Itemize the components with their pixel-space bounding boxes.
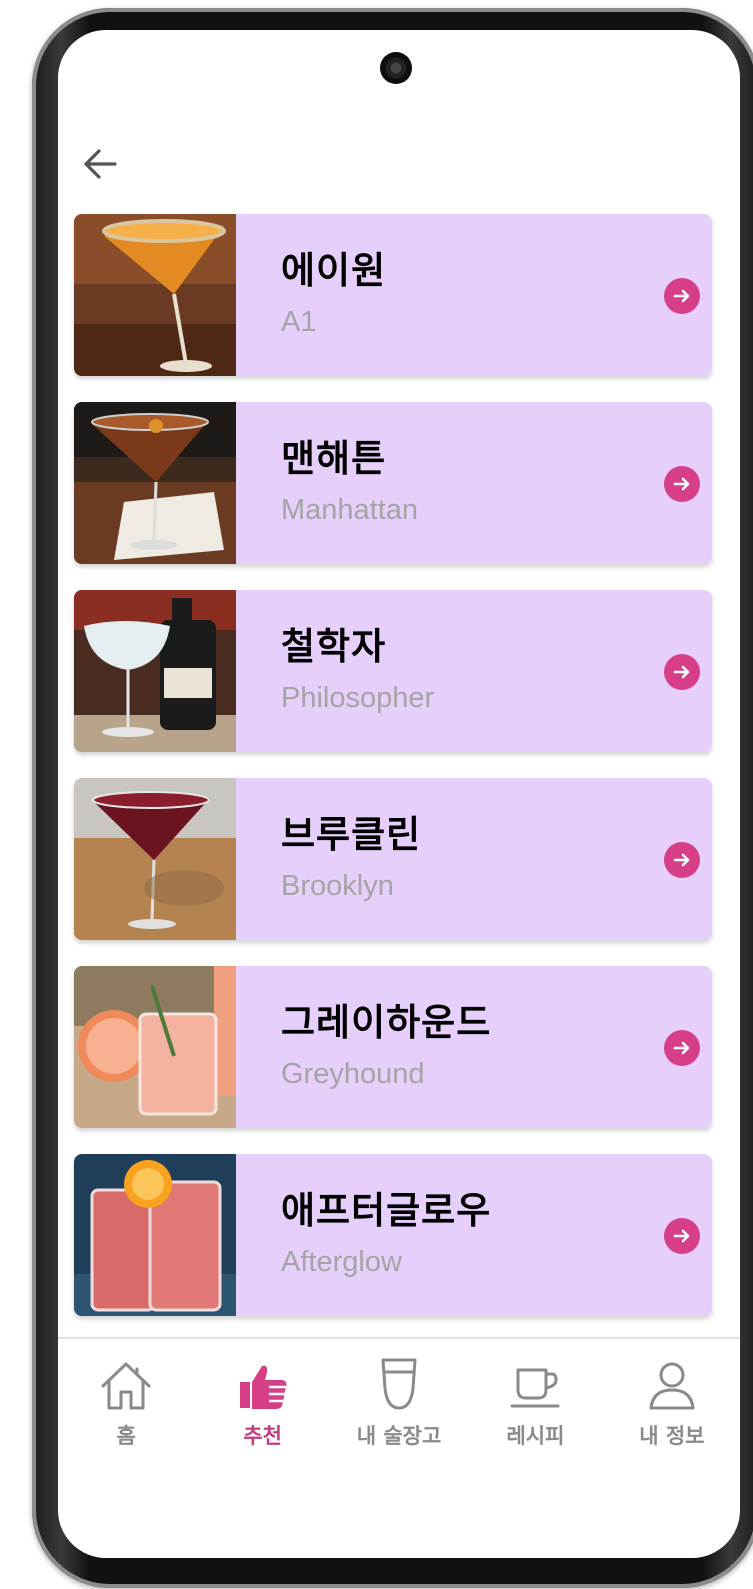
cocktail-name-korean: 브루클린 [281,813,422,856]
cocktail-photo [74,590,236,752]
cocktail-photo [74,778,236,940]
nav-recipe[interactable]: 레시피 [467,1356,603,1456]
arrow-right-icon [673,1041,690,1055]
arrow-right-icon [673,477,690,491]
arrow-right-icon [673,1229,690,1243]
cocktail-name-korean: 맨해튼 [281,437,387,480]
cocktail-name-english: Brooklyn [281,870,394,902]
nav-home[interactable]: 홈 [58,1356,194,1456]
cocktail-list: 에이원 A1 맨해튼 Manhattan 철학자 Philosopher 브루클… [74,214,712,1342]
cocktail-card[interactable]: 그레이하운드 Greyhound [74,966,712,1128]
cocktail-name-english: Greyhound [281,1058,425,1090]
back-button[interactable] [78,142,122,186]
cup-icon [510,1368,560,1408]
arrow-right-icon [673,853,690,867]
arrow-right-icon [673,665,690,679]
cocktail-card[interactable]: 브루클린 Brooklyn [74,778,712,940]
cocktail-photo [74,402,236,564]
nav-label: 레시피 [506,1424,565,1448]
arrow-right-icon [673,289,690,303]
open-detail-button[interactable] [664,1218,700,1254]
open-detail-button[interactable] [664,842,700,878]
cocktail-name-korean: 철학자 [281,625,387,668]
nav-label: 홈 [116,1424,136,1448]
home-icon [101,1362,151,1410]
nav-recommend[interactable]: 추천 [194,1356,330,1456]
cocktail-photo [74,214,236,376]
nav-profile[interactable]: 내 정보 [604,1356,740,1456]
app-screen: 에이원 A1 맨해튼 Manhattan 철학자 Philosopher 브루클… [58,30,740,1558]
cocktail-card[interactable]: 맨해튼 Manhattan [74,402,712,564]
thumbs-up-icon [239,1365,287,1409]
open-detail-button[interactable] [664,1030,700,1066]
open-detail-button[interactable] [664,466,700,502]
cocktail-card[interactable]: 애프터글로우 Afterglow [74,1154,712,1316]
cocktail-card[interactable]: 철학자 Philosopher [74,590,712,752]
cocktail-card[interactable]: 에이원 A1 [74,214,712,376]
front-camera [380,52,412,84]
nav-divider [58,1337,740,1339]
cocktail-photo [74,966,236,1128]
nav-label: 내 정보 [639,1424,705,1448]
open-detail-button[interactable] [664,654,700,690]
cocktail-name-korean: 그레이하운드 [281,1001,492,1044]
cocktail-name-korean: 에이원 [281,249,387,292]
nav-label: 내 술장고 [356,1424,442,1448]
glass-icon [381,1358,417,1410]
cocktail-name-english: A1 [281,306,317,338]
cocktail-name-english: Philosopher [281,682,435,714]
user-icon [649,1362,695,1410]
cocktail-name-english: Manhattan [281,494,419,526]
arrow-left-icon [84,149,117,179]
bottom-nav: 홈 추천 내 술장고 레시피 내 정보 [58,1356,740,1456]
cocktail-name-english: Afterglow [281,1246,402,1278]
nav-my-bar[interactable]: 내 술장고 [331,1356,467,1456]
cocktail-name-korean: 애프터글로우 [281,1189,492,1232]
open-detail-button[interactable] [664,278,700,314]
cocktail-photo [74,1154,236,1316]
nav-label: 추천 [243,1424,282,1448]
